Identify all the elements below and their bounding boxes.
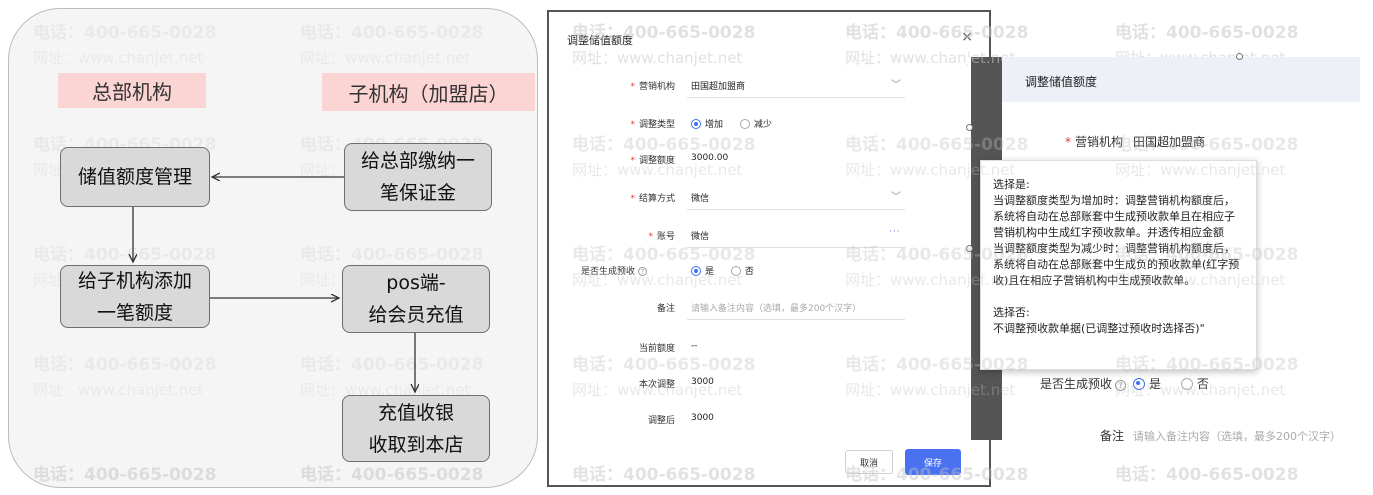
adjust-type-row: * 调整类型 增加 减少	[630, 119, 772, 130]
handle-dot	[966, 245, 973, 252]
current-quota-row: 当前额度 --	[638, 341, 698, 354]
dialog-title: 调整储值额度	[567, 34, 633, 47]
cancel-button[interactable]: 取消	[845, 450, 893, 474]
radio-increase[interactable]	[691, 119, 701, 129]
gen-receipt-row: 是否生成预收? 是 否	[581, 266, 754, 277]
zoom-marketing-org-label: * 营销机构	[1065, 135, 1124, 149]
sub-org-header: 子机构（加盟店）	[322, 73, 535, 111]
remark-row: 备注 请输入备注内容（选填，最多200个汉字）	[549, 298, 989, 320]
this-adjust-row: 本次调整 3000	[638, 377, 714, 390]
tooltip-yes-body: 当调整额度类型为增加时：调整营销机构额度后， 系统将自动在总部账套中生成预收款单…	[993, 194, 1240, 287]
tooltip-no-title: 选择否:	[993, 306, 1030, 319]
adjust-amount-row: * 调整额度 3000.00	[630, 153, 729, 166]
zoom-marketing-org-value: 田国超加盟商	[1133, 135, 1206, 149]
more-icon[interactable]: ···	[889, 227, 901, 237]
adjust-quota-dialog: 调整储值额度 × * 营销机构 田国超加盟商 ﹀ * 调整类型 增加 减少 * 调整额…	[547, 10, 991, 487]
node-recharge-cashier: 充值收银 收取到本店	[342, 395, 490, 462]
node-add-quota: 给子机构添加 一笔额度	[60, 265, 210, 328]
node-pos-recharge: pos端- 给会员充值	[342, 265, 490, 333]
zoom-dialog-title: 调整储值额度	[1025, 75, 1098, 89]
zoom-radio-no[interactable]	[1180, 378, 1193, 390]
settlement-select[interactable]: 微信	[691, 191, 709, 204]
help-icon[interactable]: ?	[1115, 380, 1127, 391]
tooltip-no-body: 不调整预收款单据(已调整过预收时选择否)"	[993, 322, 1205, 335]
help-icon[interactable]: ?	[638, 267, 648, 276]
handle-dot	[1236, 53, 1243, 60]
hq-org-header: 总部机构	[58, 73, 206, 108]
tooltip-yes-title: 选择是:	[993, 178, 1030, 191]
marketing-org-select[interactable]: 田国超加盟商	[691, 79, 745, 92]
watermark: 电话：400-665-0028	[1115, 465, 1299, 485]
settlement-row: * 结算方式 微信 ﹀	[549, 188, 989, 210]
zoom-remark-input[interactable]: 请输入备注内容（选填，最多200个汉字）	[1133, 428, 1341, 444]
save-button[interactable]: 保存	[905, 449, 961, 475]
adjust-amount-input[interactable]: 3000.00	[691, 153, 728, 163]
radio-yes[interactable]	[691, 266, 701, 276]
zoom-gen-receipt-label: 是否生成预收?	[1040, 375, 1129, 392]
gen-receipt-tooltip: 选择是: 当调整额度类型为增加时：调整营销机构额度后， 系统将自动在总部账套中生…	[980, 160, 1257, 370]
account-input[interactable]: 微信	[691, 229, 709, 242]
after-adjust-row: 调整后 3000	[647, 413, 714, 426]
radio-decrease[interactable]	[739, 119, 750, 129]
zoom-radio-yes[interactable]	[1133, 378, 1145, 390]
radio-no[interactable]	[730, 266, 741, 276]
node-storage-quota-management: 储值额度管理	[60, 147, 210, 207]
handle-dot	[966, 124, 973, 131]
marketing-org-row: * 营销机构 田国超加盟商 ﹀	[549, 76, 989, 98]
remark-input[interactable]: 请输入备注内容（选填，最多200个汉字）	[691, 301, 861, 314]
node-pay-deposit: 给总部缴纳一 笔保证金	[344, 143, 492, 211]
close-icon[interactable]: ×	[961, 29, 973, 45]
zoom-remark-label: 备注	[1100, 429, 1125, 443]
account-row: * 账号 微信 ···	[549, 226, 989, 248]
chevron-down-icon[interactable]: ﹀	[891, 188, 901, 203]
chevron-down-icon[interactable]: ﹀	[891, 76, 901, 91]
